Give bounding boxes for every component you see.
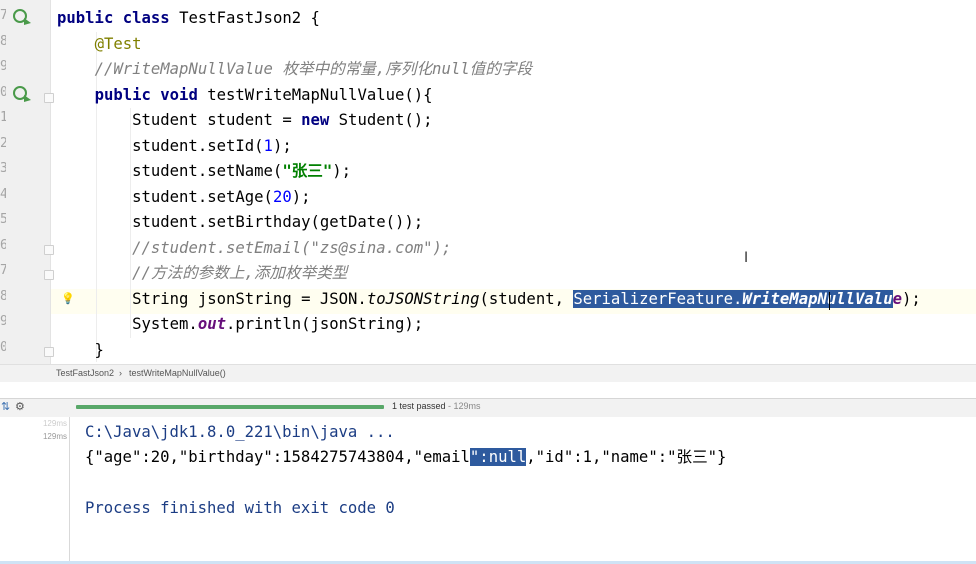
json-part: ,"id":1,"name":"张三"}	[526, 448, 727, 466]
code-line[interactable]: public class TestFastJson2 {	[57, 6, 320, 31]
code-token: public	[57, 9, 123, 27]
line-number: 9	[0, 59, 6, 74]
code-line[interactable]: @Test	[57, 32, 142, 57]
test-status-text: 1 test passed	[392, 401, 446, 411]
code-token: );	[291, 187, 311, 206]
test-status: 1 test passed - 129ms	[392, 401, 481, 411]
code-token: TestFastJson2 {	[179, 9, 320, 27]
console-output[interactable]: C:\Java\jdk1.8.0_221\bin\java ... {"age"…	[70, 417, 976, 564]
code-line[interactable]: //方法的参数上,添加枚举类型	[57, 261, 347, 286]
run-test-method-icon[interactable]	[12, 85, 32, 103]
code-token: //方法的参数上,添加枚举类型	[132, 264, 348, 282]
code-token: (student,	[479, 289, 574, 308]
fold-marker-icon[interactable]	[44, 270, 54, 280]
code-token: student.setName(	[57, 162, 283, 180]
test-status-time: - 129ms	[445, 401, 481, 411]
line-number: 0	[0, 85, 6, 100]
code-token: student.setId(	[57, 136, 264, 155]
code-token: e	[892, 289, 902, 308]
breadcrumb-method[interactable]: testWriteMapNullValue()	[129, 368, 226, 378]
code-token: }	[57, 340, 104, 359]
mouse-ibeam-cursor: I	[744, 250, 749, 266]
fold-marker-icon[interactable]	[44, 93, 54, 103]
code-token: 20	[272, 187, 292, 206]
code-token: student.setAge(	[57, 187, 273, 206]
editor-gutter[interactable]: 7 8 9 0 1 2 3 4 5 6 7 8 9 0	[0, 0, 54, 364]
line-number: 8	[0, 289, 6, 304]
code-line[interactable]: //student.setEmail("zs@sina.com");	[57, 236, 451, 261]
line-number: 2	[0, 136, 6, 151]
code-token: .println(jsonString);	[226, 315, 424, 333]
test-progress-bar	[76, 405, 384, 409]
fold-marker-icon[interactable]	[44, 245, 54, 255]
code-token: testWriteMapNullValue(){	[207, 85, 433, 104]
code-token: );	[332, 162, 352, 180]
line-number: 4	[0, 187, 6, 202]
breadcrumb: TestFastJson2 › testWriteMapNullValue()	[0, 364, 976, 383]
fold-marker-icon[interactable]	[44, 347, 54, 357]
code-token: new	[301, 111, 339, 129]
code-token: Student student =	[57, 111, 302, 129]
tree-item-time: 129ms	[42, 419, 67, 428]
line-number: 5	[0, 212, 6, 227]
code-line[interactable]: public void testWriteMapNullValue(){	[57, 83, 433, 108]
code-token: public	[94, 85, 161, 104]
text-caret	[829, 292, 830, 310]
line-number: 3	[0, 161, 6, 176]
code-line[interactable]: String jsonString = JSON.toJSONString(st…	[57, 287, 921, 312]
code-line[interactable]: System.out.println(jsonString);	[57, 312, 423, 337]
breadcrumb-separator: ›	[119, 368, 122, 378]
console-json-line: {"age":20,"birthday":1584275743804,"emai…	[85, 446, 726, 468]
code-token: 1	[263, 136, 273, 155]
code-line[interactable]: }	[57, 338, 104, 363]
code-token: System.	[57, 315, 198, 333]
console-exit-message: Process finished with exit code 0	[85, 499, 395, 517]
code-token: out	[197, 315, 226, 333]
line-number: 8	[0, 34, 6, 49]
code-token: //student.setEmail("zs@sina.com");	[132, 238, 452, 257]
code-token: Student();	[338, 111, 433, 129]
code-token: WriteMapNullValu	[742, 289, 893, 308]
code-token: );	[901, 289, 921, 308]
line-number: 7	[0, 263, 6, 278]
code-token: toJSONString	[366, 289, 480, 308]
code-token: //WriteMapNullValue 枚举中的常量,序列化null值的字段	[94, 60, 532, 78]
settings-gear-icon[interactable]: ⚙	[15, 400, 25, 413]
code-token: String jsonString = JSON.	[57, 289, 367, 308]
code-line[interactable]: student.setBirthday(getDate());	[57, 210, 423, 235]
line-number: 7	[0, 8, 6, 23]
line-number: 9	[0, 314, 6, 329]
breadcrumb-class[interactable]: TestFastJson2	[56, 368, 114, 378]
code-line[interactable]: Student student = new Student();	[57, 108, 433, 133]
code-line[interactable]: student.setAge(20);	[57, 185, 311, 210]
line-number: 0	[0, 340, 6, 355]
code-token: student.setBirthday(getDate());	[57, 213, 424, 231]
code-line[interactable]: student.setId(1);	[57, 134, 292, 159]
test-tree[interactable]: 129ms 129ms	[0, 417, 70, 564]
code-editor[interactable]: 7 8 9 0 1 2 3 4 5 6 7 8 9 0 💡 public cla…	[0, 0, 976, 364]
line-number: 1	[0, 110, 6, 125]
sort-icon[interactable]: ⇅	[1, 400, 10, 413]
code-token: SerializerFeature.	[573, 289, 743, 308]
line-number: 6	[0, 238, 6, 253]
panel-divider[interactable]	[0, 382, 976, 398]
code-line[interactable]: //WriteMapNullValue 枚举中的常量,序列化null值的字段	[57, 57, 532, 82]
code-line[interactable]: student.setName("张三");	[57, 159, 351, 184]
code-token: void	[160, 85, 208, 104]
code-token: @Test	[94, 34, 142, 53]
json-part: {"age":20,"birthday":1584275743804,"emai…	[85, 448, 470, 466]
json-selected-part: ":null	[469, 448, 527, 466]
code-token: "张三"	[282, 162, 333, 180]
run-test-class-icon[interactable]	[12, 8, 32, 26]
code-token: );	[272, 136, 292, 155]
code-token: class	[122, 9, 180, 27]
console-command-line: C:\Java\jdk1.8.0_221\bin\java ...	[85, 423, 395, 441]
tree-item-time: 129ms	[42, 432, 67, 441]
